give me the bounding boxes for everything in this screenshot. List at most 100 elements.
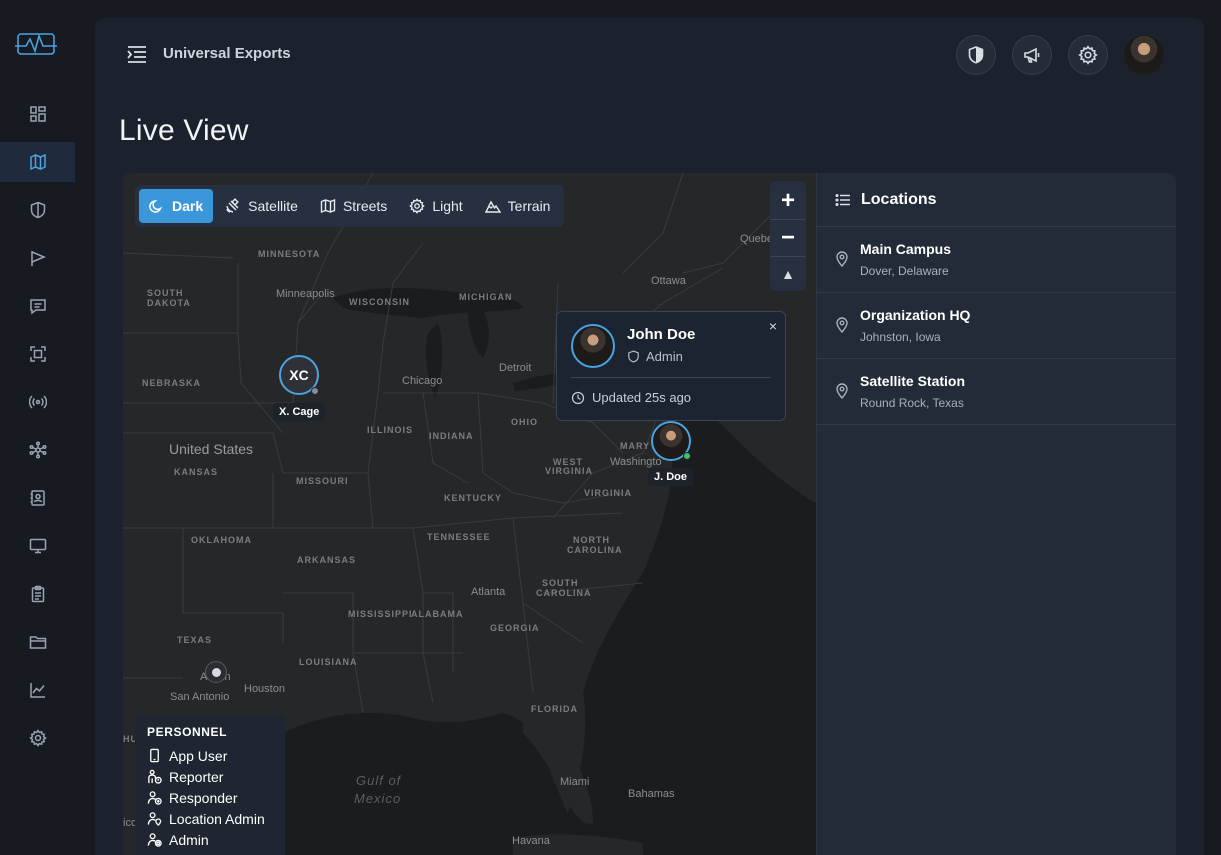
nav-files[interactable] bbox=[0, 622, 75, 662]
chart-icon bbox=[29, 683, 45, 698]
map-pin-icon bbox=[836, 251, 848, 267]
legend-label: App User bbox=[169, 747, 228, 764]
online-status-dot bbox=[683, 452, 691, 460]
nav-network[interactable] bbox=[0, 430, 75, 470]
map-label: Miami bbox=[560, 776, 590, 788]
marker-label-xcage: X. Cage bbox=[273, 403, 326, 421]
map-label: KENTUCKY bbox=[444, 493, 503, 503]
map-pin-icon bbox=[836, 317, 848, 333]
locations-header: Locations bbox=[817, 173, 1176, 227]
legend-item: Admin bbox=[147, 829, 273, 850]
folder-icon bbox=[29, 636, 46, 649]
clipboard-icon bbox=[31, 585, 44, 603]
location-pin-marker[interactable] bbox=[205, 661, 227, 683]
nav-messages[interactable] bbox=[0, 286, 75, 326]
map-label: MICHIGAN bbox=[459, 292, 513, 302]
map-label: INDIANA bbox=[429, 431, 474, 441]
style-dark-label: Dark bbox=[172, 198, 204, 214]
nav-reports[interactable] bbox=[0, 238, 75, 278]
map-icon bbox=[29, 153, 46, 171]
personnel-legend: PERSONNEL App User Reporter Responder Lo… bbox=[135, 715, 285, 855]
map-label: Havana bbox=[512, 835, 550, 847]
locations-panel: Locations Main Campus Dover, Delaware Or… bbox=[816, 173, 1176, 855]
legend-label: Admin bbox=[169, 831, 209, 848]
map-label: WISCONSIN bbox=[349, 297, 411, 307]
style-dark-button[interactable]: Dark bbox=[139, 189, 214, 223]
flag-icon bbox=[30, 251, 46, 266]
close-icon[interactable]: × bbox=[769, 318, 777, 334]
chat-icon bbox=[29, 299, 46, 315]
nav-contacts[interactable] bbox=[0, 478, 75, 518]
list-icon bbox=[835, 193, 850, 206]
map-label: CAROLINA bbox=[536, 588, 592, 598]
compass-button[interactable]: ▲ bbox=[770, 256, 806, 292]
shield-icon bbox=[30, 201, 45, 219]
style-streets-button[interactable]: Streets bbox=[310, 189, 397, 223]
nav-devices[interactable] bbox=[0, 526, 75, 566]
map-label: FLORIDA bbox=[531, 704, 578, 714]
map-label: Atlanta bbox=[471, 586, 506, 598]
legend-label: Responder bbox=[169, 789, 238, 806]
map-label: ALABAMA bbox=[411, 609, 464, 619]
contacts-icon bbox=[30, 490, 45, 506]
zoom-in-button[interactable]: + bbox=[770, 183, 806, 219]
nav-security[interactable] bbox=[0, 190, 75, 230]
gear-icon bbox=[409, 198, 426, 214]
style-satellite-button[interactable]: Satellite bbox=[215, 189, 308, 223]
page-title: Live View bbox=[119, 114, 249, 147]
nav-settings[interactable] bbox=[0, 718, 75, 758]
network-icon bbox=[28, 441, 47, 459]
legend-item: App User bbox=[147, 745, 273, 766]
map-label: ILLINOIS bbox=[367, 425, 413, 435]
map-label: NORTH bbox=[573, 535, 610, 545]
map-label: TEXAS bbox=[177, 635, 213, 645]
reporter-icon bbox=[148, 769, 162, 784]
map-label: MARY bbox=[620, 441, 651, 451]
nav-dashboard[interactable] bbox=[0, 94, 75, 134]
menu-toggle-icon[interactable] bbox=[125, 44, 149, 64]
map-label: CAROLINA bbox=[567, 545, 623, 555]
popup-name: John Doe bbox=[627, 326, 696, 343]
legend-label: Location Admin bbox=[169, 810, 265, 827]
shield-icon bbox=[968, 46, 984, 64]
personnel-popup: John Doe Admin × Updated 25s ago bbox=[556, 311, 786, 421]
nav-map[interactable] bbox=[0, 142, 75, 182]
legend-title: PERSONNEL bbox=[147, 725, 228, 739]
nav-analytics[interactable] bbox=[0, 670, 75, 710]
style-light-button[interactable]: Light bbox=[399, 189, 472, 223]
marker-initials: XC bbox=[289, 367, 309, 383]
nav-broadcast[interactable] bbox=[0, 382, 75, 422]
broadcast-icon bbox=[28, 395, 47, 409]
zoom-controls: + − ▲ bbox=[770, 181, 806, 291]
nav-scan[interactable] bbox=[0, 334, 75, 374]
location-row[interactable]: Main Campus Dover, Delaware bbox=[817, 227, 1176, 293]
style-satellite-label: Satellite bbox=[248, 198, 298, 214]
user-avatar[interactable] bbox=[1124, 35, 1164, 75]
map-label: San Antonio bbox=[170, 691, 230, 703]
settings-button[interactable] bbox=[1068, 35, 1108, 75]
location-pin-dot bbox=[211, 667, 221, 677]
location-name: Satellite Station bbox=[860, 373, 966, 389]
map-label: Quebe bbox=[740, 233, 774, 245]
map-label: United States bbox=[169, 441, 254, 457]
location-address: Round Rock, Texas bbox=[860, 396, 964, 410]
announcements-button[interactable] bbox=[1012, 35, 1052, 75]
satellite-icon bbox=[226, 198, 239, 213]
style-terrain-button[interactable]: Terrain bbox=[475, 189, 561, 223]
gear-icon bbox=[1078, 45, 1098, 65]
popup-divider bbox=[571, 377, 771, 378]
security-button[interactable] bbox=[956, 35, 996, 75]
zoom-out-button[interactable]: − bbox=[770, 220, 806, 256]
map-label: Detroit bbox=[499, 362, 532, 374]
scan-icon bbox=[29, 346, 46, 362]
nav-checklists[interactable] bbox=[0, 574, 75, 614]
location-row[interactable]: Satellite Station Round Rock, Texas bbox=[817, 359, 1176, 425]
style-terrain-label: Terrain bbox=[507, 198, 551, 214]
offline-status-dot bbox=[311, 387, 319, 395]
map-label: KANSAS bbox=[174, 467, 219, 477]
popup-role-label: Admin bbox=[646, 349, 683, 364]
map-view[interactable]: Quebe MINNESOTA Ottawa SOUTH DAKOTA Minn… bbox=[123, 173, 816, 855]
map-label: ARKANSAS bbox=[297, 555, 357, 565]
location-row[interactable]: Organization HQ Johnston, Iowa bbox=[817, 293, 1176, 359]
map-label: OHIO bbox=[511, 417, 539, 427]
